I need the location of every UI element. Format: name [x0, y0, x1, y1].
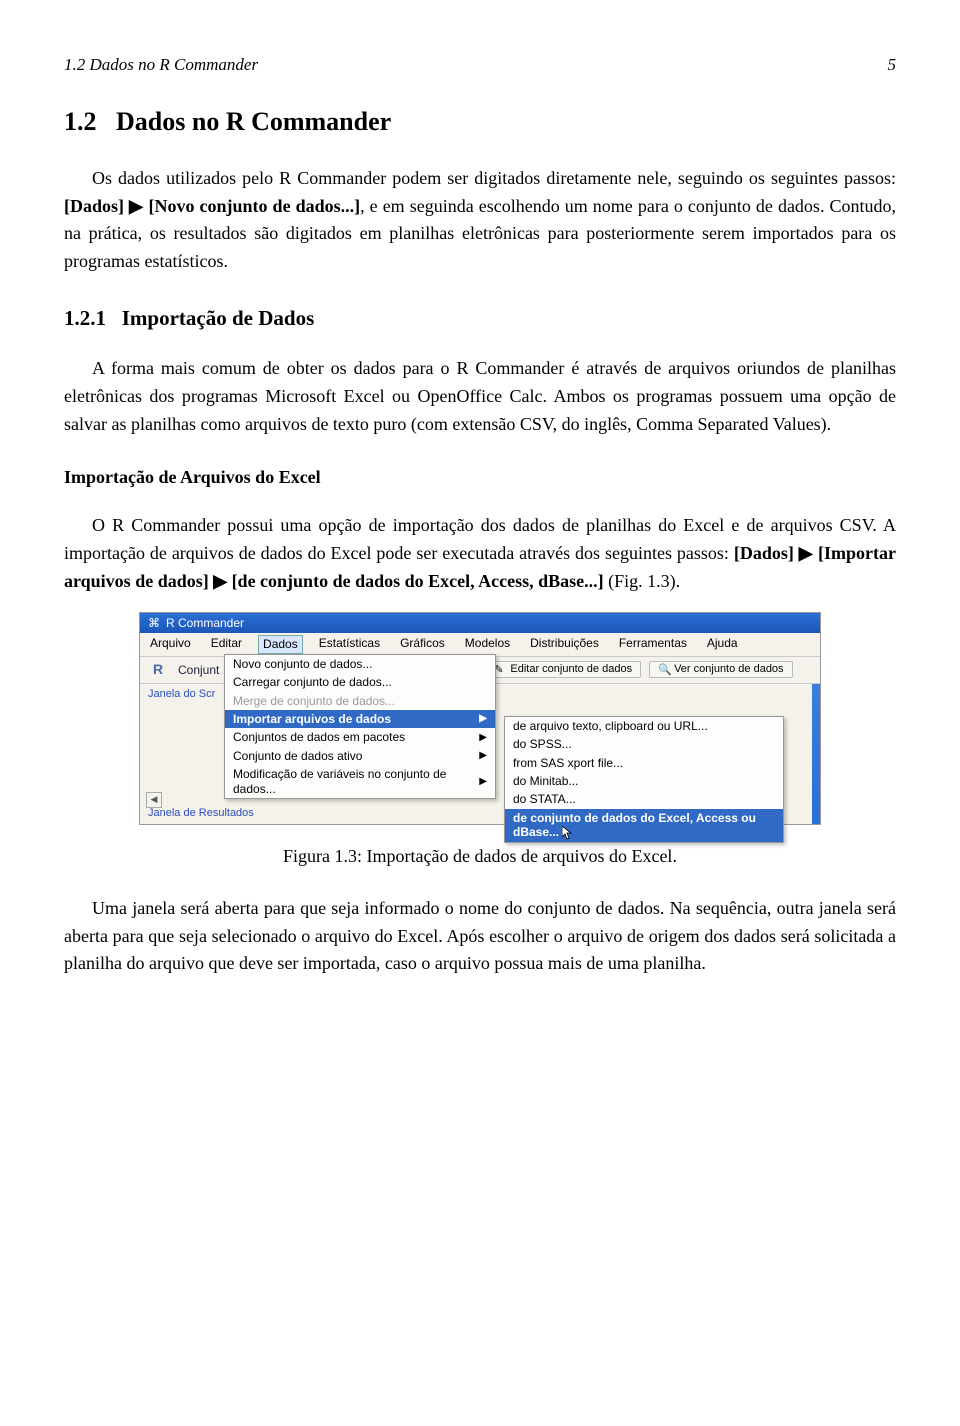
paragraph-3: O R Commander possui uma opção de import… — [64, 512, 896, 596]
submenu-item-stata[interactable]: do STATA... — [505, 790, 783, 808]
section-title: 1.2 Dados no R Commander — [64, 102, 896, 142]
paragraph-4: Uma janela será aberta para que seja inf… — [64, 895, 896, 979]
menu-item-novo[interactable]: Novo conjunto de dados... — [225, 655, 495, 673]
dados-dropdown: Novo conjunto de dados... Carregar conju… — [224, 654, 496, 799]
figure-1-3: ⌘ R Commander Arquivo Editar Dados Estat… — [64, 612, 896, 871]
menu-modelos[interactable]: Modelos — [461, 635, 514, 653]
toolbar-dataset-label: Conjunt — [178, 663, 219, 677]
menu-item-ativo[interactable]: Conjunto de dados ativo ▶ — [225, 747, 495, 765]
menu-editar[interactable]: Editar — [207, 635, 246, 653]
subsection-title: 1.2.1 Importação de Dados — [64, 302, 896, 335]
menu-arquivo[interactable]: Arquivo — [146, 635, 195, 653]
mouse-cursor-icon — [562, 826, 574, 840]
submenu-item-excel[interactable]: de conjunto de dados do Excel, Access ou… — [505, 809, 783, 842]
subsubheading: Importação de Arquivos do Excel — [64, 464, 896, 492]
magnifier-icon: 🔍 — [658, 664, 670, 676]
app-icon: ⌘ — [148, 616, 160, 630]
menu-item-merge: Merge de conjunto de dados... — [225, 692, 495, 710]
menu-ferramentas[interactable]: Ferramentas — [615, 635, 691, 653]
chevron-right-icon: ▶ — [479, 776, 487, 788]
paragraph-1: Os dados utilizados pelo R Commander pod… — [64, 165, 896, 277]
menu-item-modvar[interactable]: Modificação de variáveis no conjunto de … — [225, 765, 495, 798]
menu-distribuicoes[interactable]: Distribuições — [526, 635, 603, 653]
importar-submenu: de arquivo texto, clipboard ou URL... do… — [504, 716, 784, 843]
results-area-label: Janela de Resultados — [148, 807, 254, 820]
chevron-right-icon: ▶ — [479, 713, 487, 725]
submenu-item-texto[interactable]: de arquivo texto, clipboard ou URL... — [505, 717, 783, 735]
submenu-item-sas[interactable]: from SAS xport file... — [505, 754, 783, 772]
scroll-left-button[interactable]: ◀ — [146, 792, 162, 808]
menu-graficos[interactable]: Gráficos — [396, 635, 449, 653]
window-title: R Commander — [166, 616, 244, 630]
running-header: 1.2 Dados no R Commander 5 — [64, 52, 896, 78]
menu-item-pacotes[interactable]: Conjuntos de dados em pacotes ▶ — [225, 728, 495, 746]
menu-ajuda[interactable]: Ajuda — [703, 635, 742, 653]
edit-icon: ✎ — [494, 664, 506, 676]
chevron-right-icon: ▶ — [479, 750, 487, 762]
header-page-number: 5 — [888, 52, 897, 78]
menu-estatisticas[interactable]: Estatísticas — [315, 635, 384, 653]
window-titlebar: ⌘ R Commander — [140, 613, 820, 633]
submenu-item-spss[interactable]: do SPSS... — [505, 735, 783, 753]
menu-item-importar[interactable]: Importar arquivos de dados ▶ — [225, 710, 495, 728]
screenshot-rcommander: ⌘ R Commander Arquivo Editar Dados Estat… — [139, 612, 821, 825]
menu-item-carregar[interactable]: Carregar conjunto de dados... — [225, 673, 495, 691]
chevron-right-icon: ▶ — [479, 732, 487, 744]
view-dataset-button[interactable]: 🔍 Ver conjunto de dados — [649, 661, 792, 678]
edit-dataset-button[interactable]: ✎ Editar conjunto de dados — [485, 661, 641, 678]
window-body: Janela do Scr Novo conjunto de dados... … — [140, 684, 820, 824]
r-logo-icon: R — [146, 661, 170, 679]
figure-caption: Figura 1.3: Importação de dados de arqui… — [64, 843, 896, 871]
submenu-item-minitab[interactable]: do Minitab... — [505, 772, 783, 790]
header-section-ref: 1.2 Dados no R Commander — [64, 52, 258, 78]
window-right-edge — [812, 684, 820, 824]
menu-dados[interactable]: Dados — [258, 635, 303, 653]
paragraph-2: A forma mais comum de obter os dados par… — [64, 355, 896, 439]
